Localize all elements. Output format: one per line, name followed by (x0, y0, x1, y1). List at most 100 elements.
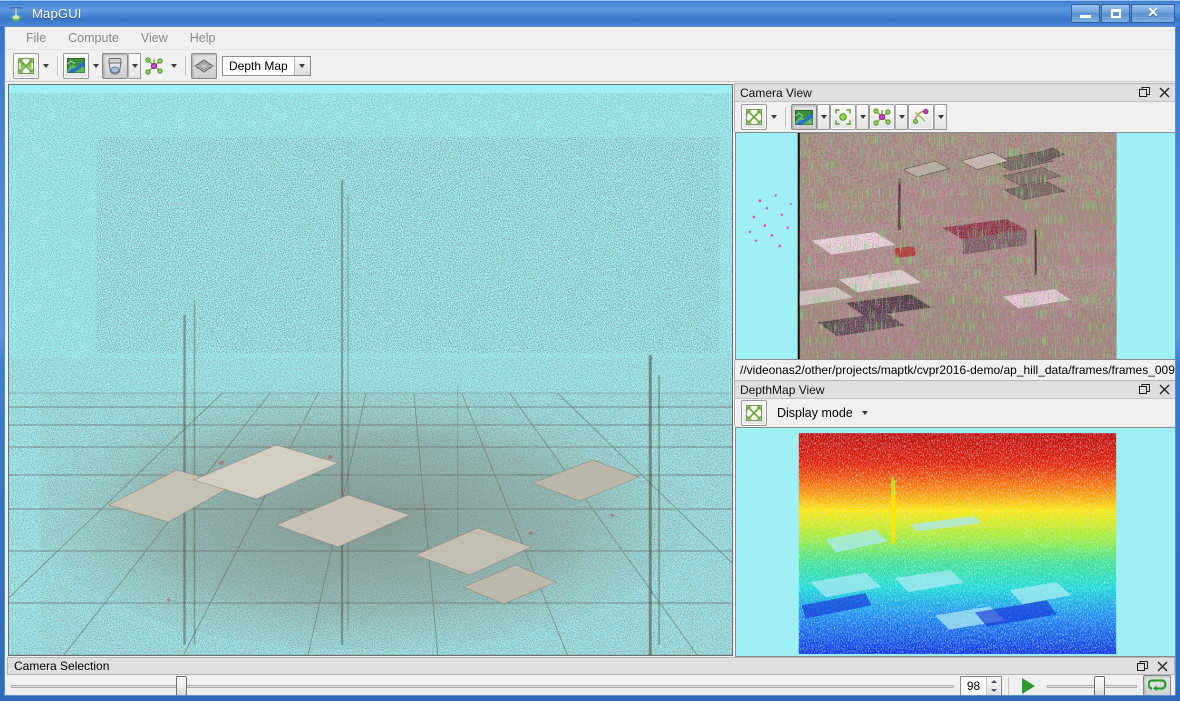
frame-slider[interactable] (11, 676, 954, 695)
camera-view-features-button[interactable] (830, 104, 856, 130)
depth-map-combo[interactable]: Depth Map (222, 55, 311, 76)
loop-button[interactable] (1143, 675, 1171, 695)
camera-view-reset-button[interactable] (741, 104, 767, 130)
menu-compute[interactable]: Compute (57, 29, 130, 47)
title-bar: MapGUI ✕ (0, 0, 1180, 26)
close-panel-icon[interactable] (1157, 382, 1172, 397)
minimize-button[interactable] (1071, 4, 1100, 23)
depthmap-view-dock: DepthMap View Display mode (734, 380, 1175, 657)
landmarks-toggle-button[interactable] (141, 53, 167, 79)
frame-number-value: 98 (966, 679, 981, 693)
menu-file[interactable]: File (15, 29, 57, 47)
reset-view-icon (745, 108, 763, 126)
speed-slider-groove (1047, 685, 1137, 688)
depthmap-view-titlebar: DepthMap View (734, 380, 1175, 399)
landscape-dropdown[interactable] (89, 53, 102, 79)
feature-point-box-icon (834, 108, 852, 126)
chevron-down-icon (820, 115, 827, 119)
frame-slider-handle[interactable] (176, 676, 188, 695)
camera-view-toolbar (734, 102, 1175, 132)
camera-toggle-button[interactable] (102, 52, 128, 79)
chevron-down-icon[interactable] (861, 411, 868, 415)
frame-number-steppers[interactable] (986, 677, 1001, 695)
speed-slider-handle[interactable] (1093, 676, 1105, 695)
reset-view-icon (745, 404, 763, 422)
playback-speed-slider[interactable] (1047, 676, 1137, 695)
menu-bar: File Compute View Help (5, 27, 1175, 50)
diamond-mesh-icon (194, 58, 214, 73)
toolbar-separator (57, 55, 58, 76)
landscape-image-icon (795, 109, 813, 125)
depthmap-reset-button[interactable] (741, 400, 767, 426)
depth-map-combo-arrow[interactable] (293, 56, 310, 75)
menu-view[interactable]: View (130, 29, 179, 47)
frame-slider-groove (11, 685, 954, 688)
telescope-icon (8, 6, 24, 22)
camera-toolbar-separator (785, 107, 786, 127)
camera-image-path: //videonas2/other/projects/maptk/cvpr201… (734, 360, 1175, 380)
camera-view-image-dropdown[interactable] (817, 104, 830, 130)
camera-selection-dock: Camera Selection 98 (5, 657, 1175, 695)
camera-view-dock: Camera View //videonas2/other/projects/m… (734, 83, 1175, 380)
chevron-down-icon (991, 689, 997, 692)
window-title: MapGUI (32, 6, 82, 21)
stepper-down[interactable] (987, 686, 1001, 695)
reset-view-dropdown[interactable] (39, 53, 52, 79)
menu-help[interactable]: Help (179, 29, 227, 47)
chevron-down-icon (770, 115, 777, 119)
camera-selection-title: Camera Selection (14, 659, 110, 673)
chevron-down-icon (898, 115, 905, 119)
play-button[interactable] (1015, 675, 1041, 695)
float-panel-icon[interactable] (1137, 85, 1152, 100)
controls-separator (1008, 677, 1009, 695)
right-dock-pane: Camera View //videonas2/other/projects/m… (734, 83, 1175, 657)
stepper-up[interactable] (987, 677, 1001, 686)
main-split: Camera View //videonas2/other/projects/m… (5, 83, 1175, 657)
display-mode-label[interactable]: Display mode (777, 406, 853, 420)
camera-view-track-dropdown[interactable] (934, 104, 947, 130)
camera-view-features-dropdown[interactable] (856, 104, 869, 130)
depthmap-view-toolbar: Display mode (734, 399, 1175, 427)
depthmap-canvas[interactable] (735, 427, 1175, 657)
camera-view-landmarks-dropdown[interactable] (895, 104, 908, 130)
client-area: File Compute View Help Depth Map Camera … (4, 26, 1176, 696)
chevron-down-icon (170, 63, 177, 68)
camera-icon (106, 57, 124, 75)
landmarks-molecule-icon (872, 108, 892, 126)
play-icon (1021, 678, 1035, 694)
camera-selection-controls: 98 (5, 675, 1175, 695)
close-icon: ✕ (1147, 5, 1159, 21)
camera-view-track-button[interactable] (908, 104, 934, 130)
camera-view-landmarks-button[interactable] (869, 104, 895, 130)
camera-dropdown[interactable] (128, 52, 141, 79)
maximize-button[interactable] (1101, 4, 1130, 23)
camera-selection-titlebar: Camera Selection (7, 657, 1175, 675)
chevron-down-icon (859, 115, 866, 119)
close-panel-icon[interactable] (1157, 85, 1172, 100)
landmarks-dropdown[interactable] (167, 53, 180, 79)
depthmap-view-title: DepthMap View (740, 382, 825, 397)
landscape-toggle-button[interactable] (63, 52, 89, 79)
world-view-pane (5, 83, 734, 657)
close-button[interactable]: ✕ (1131, 4, 1175, 23)
application-window: MapGUI ✕ File Compute View Help Depth Ma… (0, 0, 1180, 701)
float-panel-icon[interactable] (1137, 382, 1152, 397)
frame-number-spinbox[interactable]: 98 (960, 676, 1002, 695)
close-panel-icon[interactable] (1155, 659, 1170, 674)
camera-view-image-button[interactable] (791, 104, 817, 130)
landmarks-molecule-icon (144, 56, 164, 75)
chevron-down-icon (937, 115, 944, 119)
depthmap-toggle-button[interactable] (191, 52, 217, 79)
reset-view-icon (17, 57, 35, 75)
reset-view-button[interactable] (13, 52, 39, 79)
chevron-down-icon (299, 63, 306, 68)
chevron-down-icon (92, 63, 99, 68)
chevron-down-icon (42, 63, 49, 68)
camera-view-reset-dropdown[interactable] (767, 104, 780, 130)
depth-map-combo-value: Depth Map (229, 58, 288, 73)
3d-point-cloud-view[interactable] (8, 84, 733, 656)
camera-image-canvas[interactable] (735, 132, 1175, 360)
camera-track-icon (912, 108, 930, 126)
toolbar-separator-2 (185, 55, 186, 76)
float-panel-icon[interactable] (1135, 659, 1150, 674)
